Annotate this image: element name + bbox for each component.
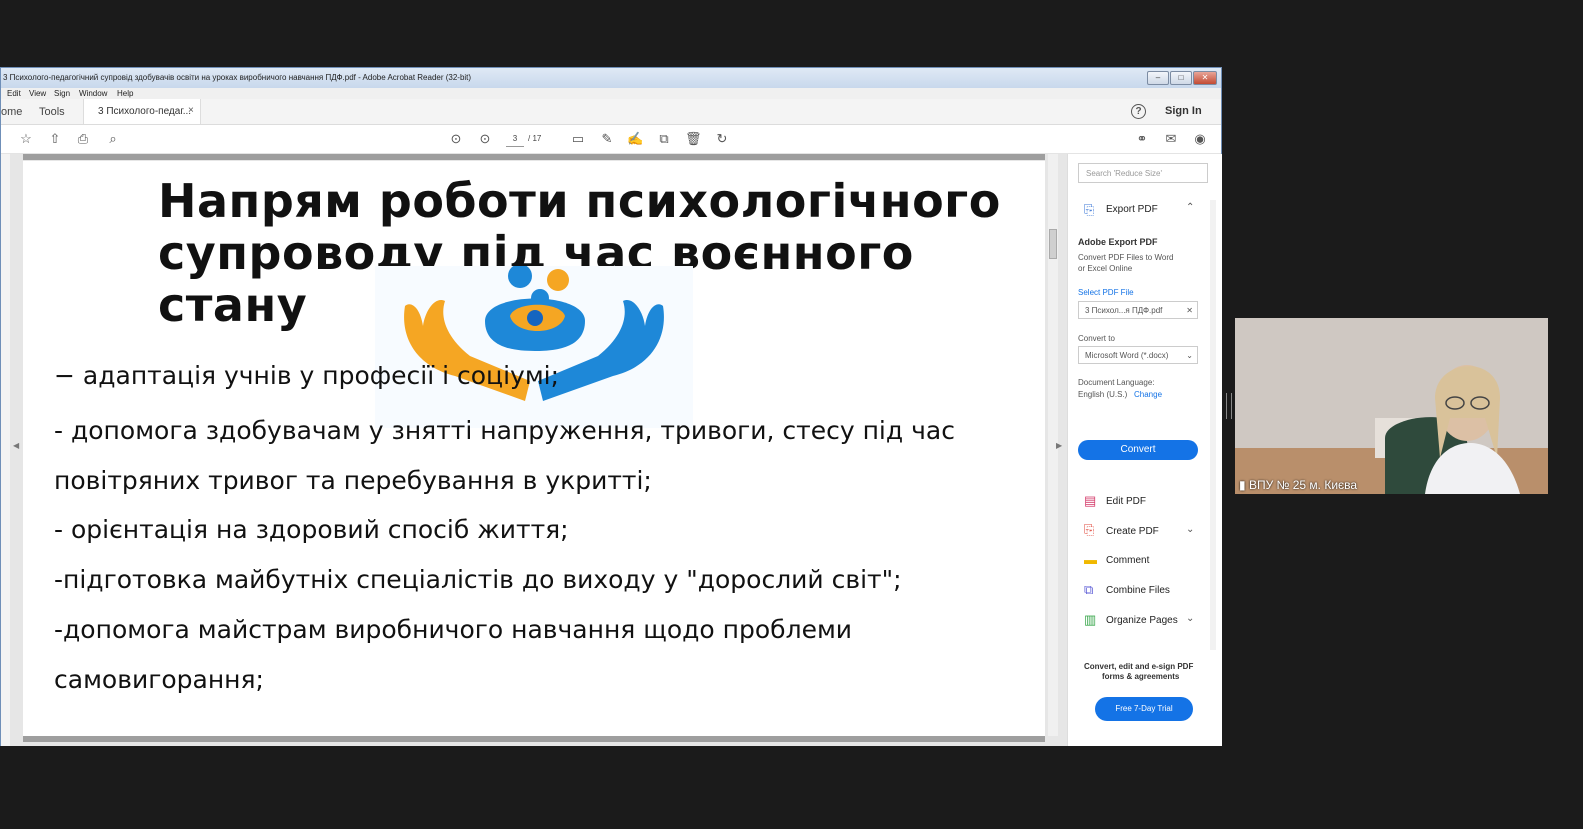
participant-name-text: ВПУ № 25 м. Києва bbox=[1248, 478, 1358, 492]
export-desc-line-2: or Excel Online bbox=[1078, 264, 1133, 273]
change-language-link[interactable]: Change bbox=[1134, 390, 1162, 399]
panel-resize-handle[interactable] bbox=[1226, 393, 1232, 419]
rotate-icon[interactable]: ↻ bbox=[714, 131, 730, 147]
tab-document-label: 3 Психолого-педаг... bbox=[98, 106, 192, 117]
share-link-icon[interactable]: ⚭ bbox=[1134, 131, 1150, 147]
stamp-icon[interactable]: ⧉ bbox=[656, 131, 672, 147]
sign-icon[interactable]: ✍ bbox=[627, 131, 643, 147]
pen-icon[interactable]: ✎ bbox=[599, 131, 615, 147]
create-pdf-icon: ⎘ bbox=[1084, 522, 1095, 537]
bookmark-star-icon[interactable]: ☆ bbox=[18, 131, 34, 147]
next-page-icon[interactable]: ⊙ bbox=[477, 131, 493, 147]
hands-family-logo bbox=[375, 266, 693, 428]
organize-pages-chevron-icon[interactable]: ⌄ bbox=[1186, 613, 1194, 624]
organize-pages-icon: ▥ bbox=[1084, 612, 1097, 627]
convert-to-label: Convert to bbox=[1078, 334, 1115, 343]
signal-icon: ▮ bbox=[1239, 478, 1246, 492]
help-icon[interactable]: ? bbox=[1131, 104, 1146, 119]
bullet-3: - орієнтація на здоровий спосіб життя; bbox=[54, 515, 569, 544]
tab-bar: ome Tools 3 Психолого-педаг... × ? Sign … bbox=[1, 99, 1221, 125]
bullet-5-cont: самовигорання; bbox=[54, 665, 264, 694]
select-pdf-link[interactable]: Select PDF File bbox=[1078, 288, 1134, 297]
menu-sign[interactable]: Sign bbox=[54, 89, 70, 98]
account-icon[interactable]: ◉ bbox=[1192, 131, 1208, 147]
scroll-thumb[interactable] bbox=[1049, 229, 1057, 259]
print-icon[interactable]: ⎙ bbox=[75, 131, 91, 147]
prev-page-icon[interactable]: ⊙ bbox=[448, 131, 464, 147]
selected-file-name: 3 Психол...я ПДФ.pdf bbox=[1085, 306, 1163, 315]
window-title: 3 Психолого-педагогічний супровід здобув… bbox=[3, 73, 472, 82]
bullet-1: − адаптація учнів у професії і соціумі; bbox=[54, 361, 560, 390]
menu-help[interactable]: Help bbox=[117, 89, 133, 98]
toolbar: ☆ ⇧ ⎙ ⌕ ⊙ ⊙ 3 / 17 ▭ ✎ ✍ ⧉ 🗑 ↻ ⚭ ✉ ◉ bbox=[1, 125, 1221, 154]
menu-view[interactable]: View bbox=[29, 89, 46, 98]
bullet-2: - допомога здобувачам у знятті напруженн… bbox=[54, 416, 955, 445]
combine-files-icon: ⧉ bbox=[1084, 582, 1094, 597]
edit-pdf-icon: ▤ bbox=[1084, 493, 1097, 508]
title-bar: 3 Психолого-педагогічний супровід здобув… bbox=[1, 68, 1221, 88]
pdf-page: Напрям роботи психологічного супроводу п… bbox=[23, 161, 1045, 736]
menu-edit[interactable]: Edit bbox=[7, 89, 21, 98]
menu-window[interactable]: Window bbox=[79, 89, 107, 98]
upload-cloud-icon[interactable]: ⇧ bbox=[47, 131, 63, 147]
comment-icon[interactable]: ▭ bbox=[570, 131, 586, 147]
doc-language-label: Document Language: bbox=[1078, 378, 1155, 387]
chevron-down-icon: ⌄ bbox=[1186, 351, 1193, 360]
acrobat-window: 3 Психолого-педагогічний супровід здобув… bbox=[0, 67, 1222, 746]
tool-organize-pages[interactable]: Organize Pages bbox=[1106, 615, 1178, 626]
tab-document[interactable]: 3 Психолого-педаг... × bbox=[83, 99, 201, 124]
delete-icon[interactable]: 🗑 bbox=[685, 131, 702, 147]
doc-language-value: English (U.S.) bbox=[1078, 390, 1128, 399]
promo-line-1: Convert, edit and e-sign PDF bbox=[1084, 662, 1194, 671]
slide-title-line-3: стану bbox=[158, 278, 308, 332]
tool-combine-files[interactable]: Combine Files bbox=[1106, 585, 1170, 596]
participant-name: ▮ ВПУ № 25 м. Києва bbox=[1239, 478, 1357, 492]
tab-home[interactable]: ome bbox=[1, 106, 22, 118]
page-total: / 17 bbox=[528, 134, 542, 143]
format-select-value: Microsoft Word (*.docx) bbox=[1085, 351, 1169, 360]
tab-tools[interactable]: Tools bbox=[39, 106, 65, 118]
document-area: Напрям роботи психологічного супроводу п… bbox=[10, 154, 1067, 746]
page-top-edge bbox=[23, 154, 1045, 160]
tool-comment[interactable]: Comment bbox=[1106, 555, 1149, 566]
tool-create-pdf[interactable]: Create PDF bbox=[1106, 526, 1159, 537]
page-bottom-edge bbox=[23, 736, 1045, 742]
export-pdf-icon: ⎘ bbox=[1084, 202, 1095, 217]
export-desc-line-1: Convert PDF Files to Word bbox=[1078, 253, 1174, 262]
bullet-5: -допомога майстрам виробничого навчання … bbox=[54, 615, 853, 644]
window-controls: – □ ✕ bbox=[1147, 71, 1217, 85]
free-trial-button[interactable]: Free 7-Day Trial bbox=[1095, 697, 1193, 721]
tools-search-input[interactable]: Search 'Reduce Size' bbox=[1078, 163, 1208, 183]
maximize-button[interactable]: □ bbox=[1170, 71, 1192, 85]
bullet-4: -підготовка майбутніх спеціалістів до ви… bbox=[54, 565, 902, 594]
comment-tool-icon: ▬ bbox=[1084, 552, 1097, 567]
export-pdf-header[interactable]: Export PDF bbox=[1106, 204, 1158, 215]
tool-edit-pdf[interactable]: Edit PDF bbox=[1106, 496, 1146, 507]
convert-button[interactable]: Convert bbox=[1078, 440, 1198, 460]
tools-pane: Search 'Reduce Size' ⎘ Export PDF ⌃ Adob… bbox=[1067, 154, 1222, 746]
collapse-left-icon[interactable]: ◀ bbox=[13, 441, 19, 450]
sign-in-link[interactable]: Sign In bbox=[1165, 105, 1202, 117]
minimize-button[interactable]: – bbox=[1147, 71, 1169, 85]
format-select[interactable]: Microsoft Word (*.docx) ⌄ bbox=[1078, 346, 1198, 364]
menu-bar: Edit View Sign Window Help bbox=[1, 88, 1221, 99]
zoom-search-icon[interactable]: ⌕ bbox=[105, 131, 121, 147]
slide-title-line-1: Напрям роботи психологічного bbox=[158, 174, 1001, 228]
selected-file-field[interactable]: 3 Психол...я ПДФ.pdf ✕ bbox=[1078, 301, 1198, 319]
bullet-2-cont: повітряних тривог та перебування в укрит… bbox=[54, 466, 652, 495]
tab-close-icon[interactable]: × bbox=[188, 105, 194, 116]
mail-icon[interactable]: ✉ bbox=[1163, 131, 1179, 147]
chevron-up-icon[interactable]: ⌃ bbox=[1186, 202, 1194, 213]
adobe-export-title: Adobe Export PDF bbox=[1078, 237, 1158, 247]
remove-file-icon[interactable]: ✕ bbox=[1186, 302, 1193, 320]
promo-line-2: forms & agreements bbox=[1102, 672, 1180, 681]
page-number-input[interactable]: 3 bbox=[506, 131, 524, 147]
create-pdf-chevron-icon[interactable]: ⌄ bbox=[1186, 524, 1194, 535]
tools-pane-scrollbar[interactable] bbox=[1210, 200, 1216, 650]
participant-video-frame bbox=[1235, 318, 1548, 494]
participant-video[interactable]: ▮ ВПУ № 25 м. Києва bbox=[1235, 318, 1548, 494]
close-button[interactable]: ✕ bbox=[1193, 71, 1217, 85]
collapse-right-icon[interactable]: ▶ bbox=[1056, 441, 1062, 450]
